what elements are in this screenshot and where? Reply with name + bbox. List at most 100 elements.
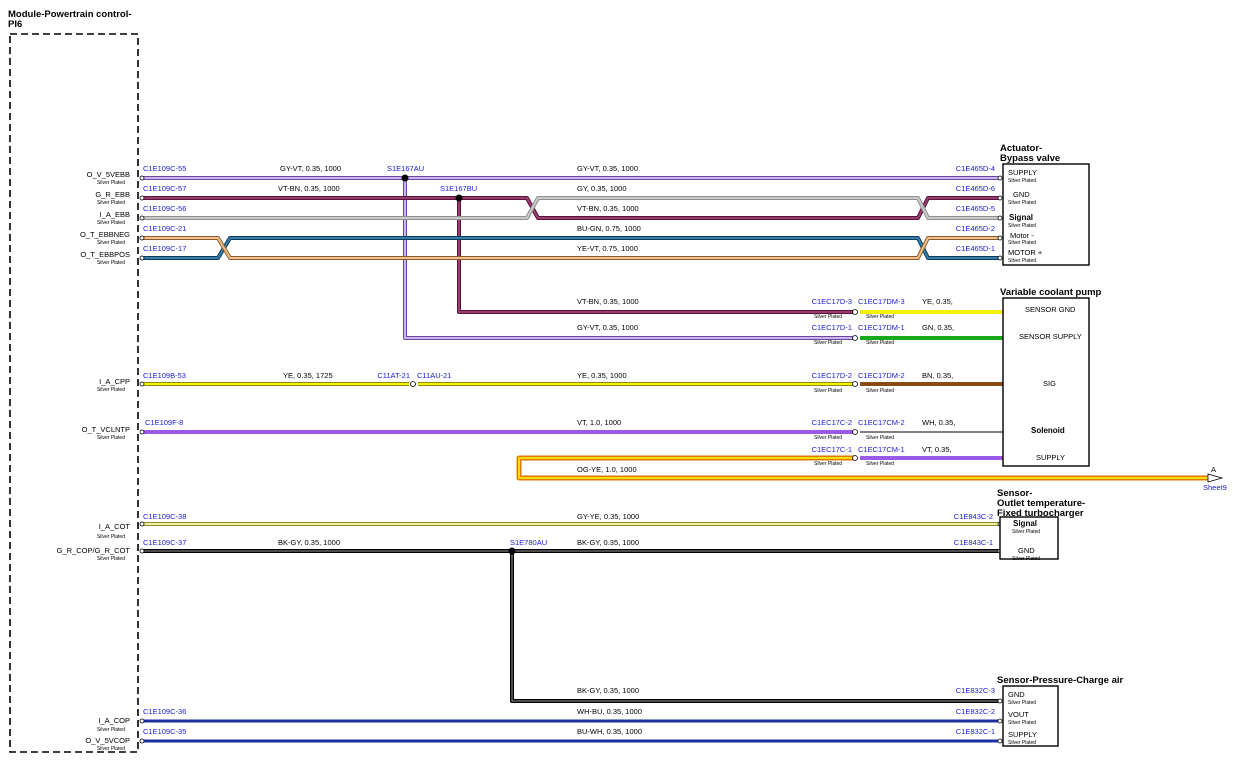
splice-dot <box>508 547 516 555</box>
connector-label: C1EC17DM-2 <box>858 371 905 380</box>
plating: Silver Plated <box>1008 740 1036 746</box>
plating: Silver Plated <box>1008 700 1036 706</box>
pin-name: O_V_5VCOP <box>85 736 130 745</box>
connector-label: C1E109C-38 <box>143 512 186 521</box>
wire-spec: WH, 0.35, <box>922 418 955 427</box>
pin-label: Signal <box>1013 519 1037 528</box>
wire-spec: OG-YE, 1.0, 1000 <box>577 465 637 474</box>
component-outlet-temp-sensor: Sensor- Outlet temperature- Fixed turboc… <box>997 488 1085 562</box>
connector-label: C11AU-21 <box>417 371 451 380</box>
wire-bk-gy-branch <box>510 551 1000 703</box>
pin-plating: Silver Plated <box>97 240 125 246</box>
connector-label: C1EC17CM-1 <box>858 445 905 454</box>
connector-label: C1EC17DM-3 <box>858 297 905 306</box>
plating: Silver Plated <box>814 340 842 346</box>
wire-spec: GY-VT, 0.35, 1000 <box>280 164 341 173</box>
connector-label: C1E465D-4 <box>956 164 995 173</box>
wire-ye-vt <box>142 236 1000 260</box>
wire-spec: BK-GY, 0.35, 1000 <box>278 538 340 547</box>
module-title-line2: PI6 <box>8 19 22 30</box>
wire-spec: GY-VT, 0.35, 1000 <box>577 323 638 332</box>
plating: Silver Plated <box>866 388 894 394</box>
pin-name: I_A_EBB <box>100 210 130 219</box>
connector-label: C11AT-21 <box>377 371 410 380</box>
connector-label: C1E465D-6 <box>956 184 995 193</box>
splice-dot <box>455 194 463 202</box>
pin-plating: Silver Plated <box>97 556 125 562</box>
connector-label: C1EC17DM-1 <box>858 323 905 332</box>
pin-plating: Silver Plated <box>97 220 125 226</box>
component-title: Bypass valve <box>1000 153 1060 164</box>
connector-label: C1E109C-55 <box>143 164 186 173</box>
connector-label: C1E109C-21 <box>143 224 186 233</box>
connector-label: C1E109C-37 <box>143 538 186 547</box>
connector-label: C1E832C-2 <box>956 707 995 716</box>
wire-spec: VT, 1.0, 1000 <box>577 418 621 427</box>
connector-label: C1EC17D-2 <box>812 371 852 380</box>
connector-label: C1EC17D-1 <box>812 323 852 332</box>
plating: Silver Plated <box>814 314 842 320</box>
module-outline <box>9 33 139 753</box>
connector-label: C1E109F-8 <box>145 418 183 427</box>
wire-spec: YE-VT, 0.75, 1000 <box>577 244 638 253</box>
plating: Silver Plated <box>866 340 894 346</box>
connector-label: C1EC17CM-2 <box>858 418 905 427</box>
connector-label: C1E109C-57 <box>143 184 186 193</box>
wire-spec: YE, 0.35, <box>922 297 953 306</box>
wire-spec: WH-BU, 0.35, 1000 <box>577 707 642 716</box>
component-coolant-pump: Variable coolant pump SENSOR GND SENSOR … <box>1000 287 1102 467</box>
pin-label: MOTOR + <box>1008 248 1043 257</box>
plating: Silver Plated <box>866 461 894 467</box>
pin-plating: Silver Plated <box>97 200 125 206</box>
connector-label: C1E109B-53 <box>143 371 186 380</box>
wire-spec: GY-YE, 0.35, 1000 <box>577 512 639 521</box>
wire-spec: BU-WH, 0.35, 1000 <box>577 727 642 736</box>
pin-name: O_T_EBBPOS <box>80 250 130 259</box>
splice-label: S1E780AU <box>510 538 547 547</box>
connector-label: C1E109C-56 <box>143 204 186 213</box>
pin-label: GND <box>1018 546 1035 555</box>
plating: Silver Plated <box>1008 200 1036 206</box>
wire-spec: YE, 0.35, 1000 <box>577 371 627 380</box>
pin-plating: Silver Plated <box>97 534 125 540</box>
pin-label: Motor - <box>1010 231 1034 240</box>
pin-name: I_A_COP <box>98 716 130 725</box>
plating: Silver Plated <box>1008 720 1036 726</box>
pin-plating: Silver Plated <box>97 435 125 441</box>
pin-label: SUPPLY <box>1008 730 1037 739</box>
wire-vt-bn <box>142 196 1000 220</box>
module-terminals <box>139 175 145 744</box>
plating: Silver Plated <box>866 435 894 441</box>
component-charge-air-sensor: Sensor-Pressure-Charge air GND Silver Pl… <box>997 675 1123 747</box>
plating: Silver Plated <box>1012 529 1040 535</box>
wire-spec: BN, 0.35, <box>922 371 953 380</box>
splice-dot <box>401 174 409 182</box>
connector-label: C1E465D-5 <box>956 204 995 213</box>
pin-plating: Silver Plated <box>97 746 125 752</box>
wire-spec: VT, 0.35, <box>922 445 952 454</box>
pin-label: SUPPLY <box>1036 453 1065 462</box>
plating: Silver Plated <box>1008 240 1036 246</box>
module-title-line1: Module-Powertrain control- <box>8 9 132 20</box>
wire-spec: GY-VT, 0.35, 1000 <box>577 164 638 173</box>
pin-name: G_R_EBB <box>95 190 130 199</box>
connector-label: C1E465D-2 <box>956 224 995 233</box>
connector-label: C1E465D-1 <box>956 244 995 253</box>
pin-plating: Silver Plated <box>97 180 125 186</box>
connector-label: C1EC17C-1 <box>812 445 852 454</box>
plating: Silver Plated <box>866 314 894 320</box>
connector-label: C1E843C-1 <box>954 538 993 547</box>
component-title: Sensor-Pressure-Charge air <box>997 675 1123 686</box>
wire-bu-gn <box>142 236 1000 260</box>
pin-label: SENSOR SUPPLY <box>1019 332 1082 341</box>
wire-spec: GY, 0.35, 1000 <box>577 184 627 193</box>
sheet-ref-letter: A <box>1211 465 1216 474</box>
plating: Silver Plated <box>1008 258 1036 264</box>
pin-name: G_R_COP/G_R_COT <box>57 546 131 555</box>
component-bypass-valve: Actuator- Bypass valve SUPPLY Silver Pla… <box>1000 143 1090 266</box>
pin-label: GND <box>1013 190 1030 199</box>
pin-label: SENSOR GND <box>1025 305 1076 314</box>
pin-name: I_A_CPP <box>99 377 130 386</box>
sheet-ref: Sheet9 <box>1203 483 1227 492</box>
wire-spec: VT-BN, 0.35, 1000 <box>577 204 639 213</box>
